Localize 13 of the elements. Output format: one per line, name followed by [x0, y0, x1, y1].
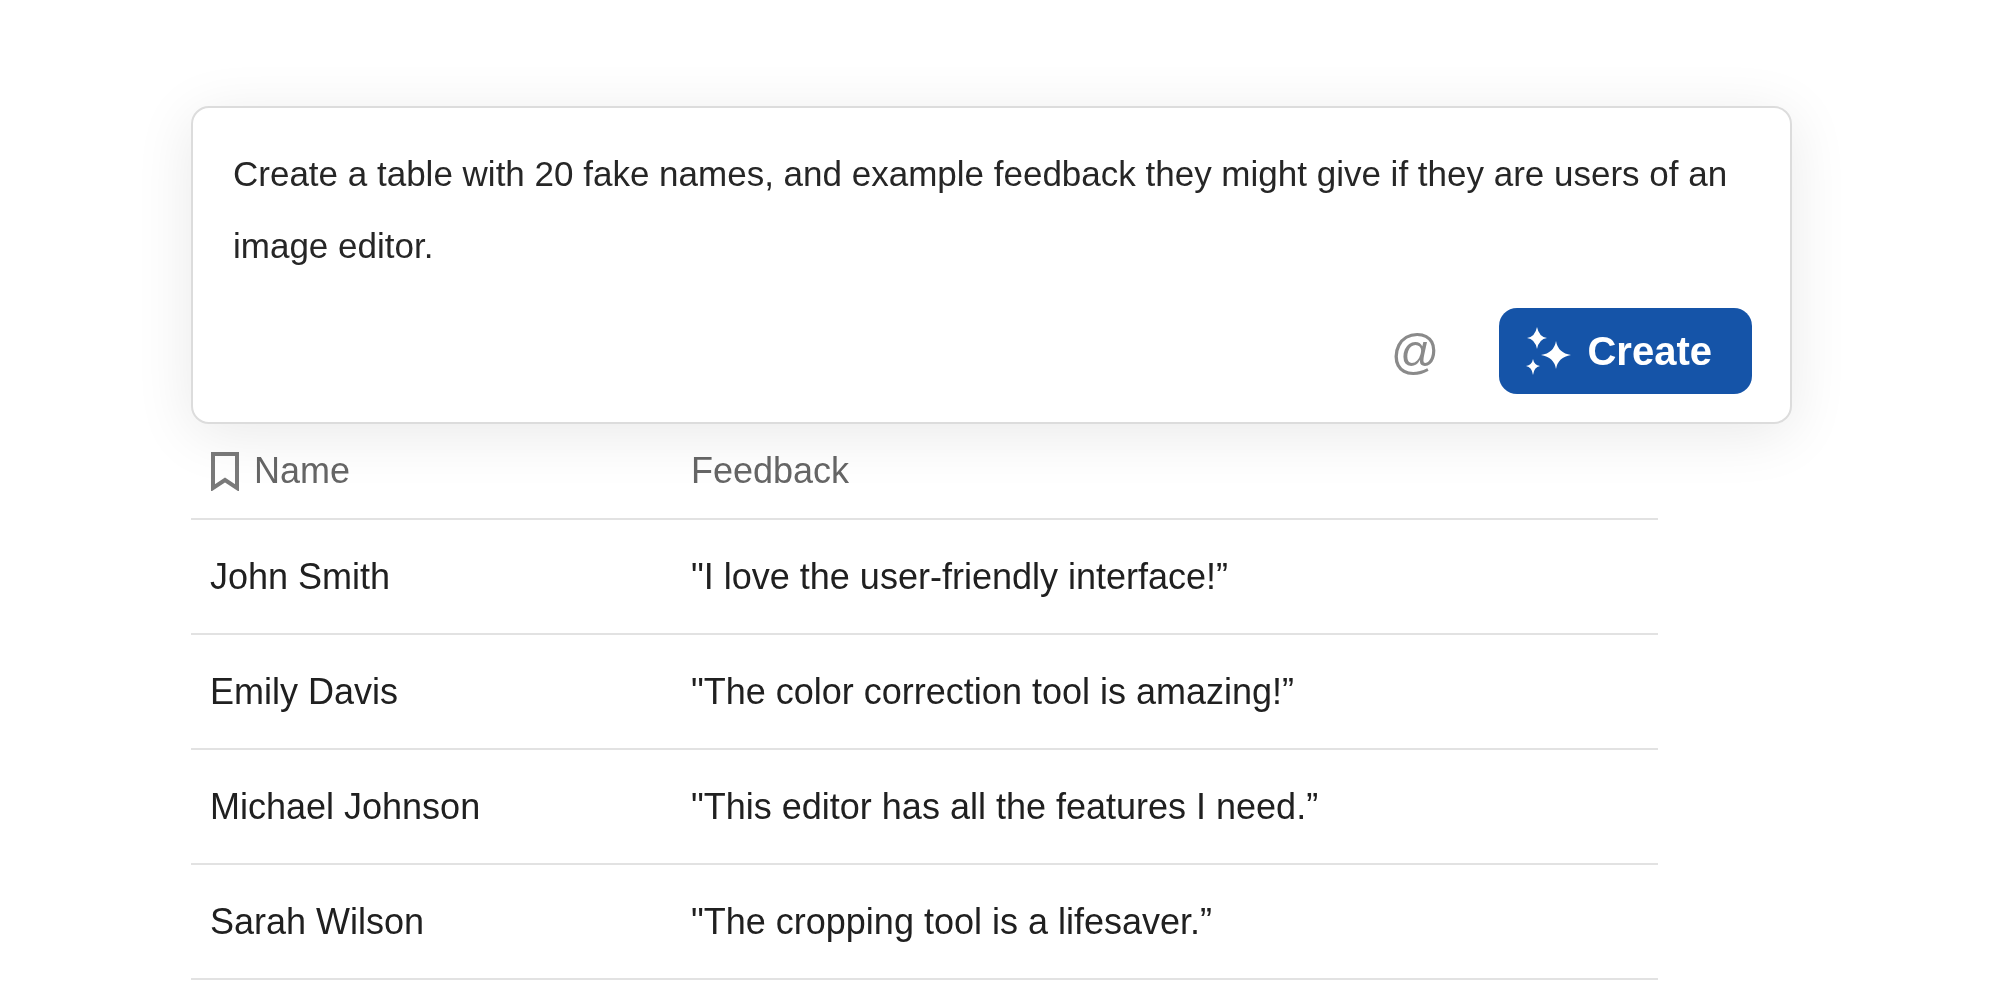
table-cell-text: John Smith	[209, 555, 392, 598]
table-cell-text: "The color correction tool is amazing!”	[690, 670, 1296, 713]
column-header: Name	[254, 450, 351, 492]
table-cell-text: "I love the user-friendly interface!”	[690, 555, 1229, 598]
bookmark-icon	[210, 451, 240, 491]
table-cell-text: Emily Davis	[209, 670, 399, 713]
create-button[interactable]: Create	[1499, 308, 1752, 394]
column-header: Feedback	[691, 450, 850, 492]
table-cell-text: Sarah Wilson	[209, 900, 426, 943]
table-cell-text: Michael Johnson	[209, 785, 482, 828]
table-cell-text: "This editor has all the features I need.”	[690, 785, 1320, 828]
table-cell-text: "The cropping tool is a lifesaver.”	[690, 900, 1214, 943]
prompt-input[interactable]: Create a table with 20 fake names, and example feedback they might give if they are users of an image editor.	[233, 138, 1743, 282]
